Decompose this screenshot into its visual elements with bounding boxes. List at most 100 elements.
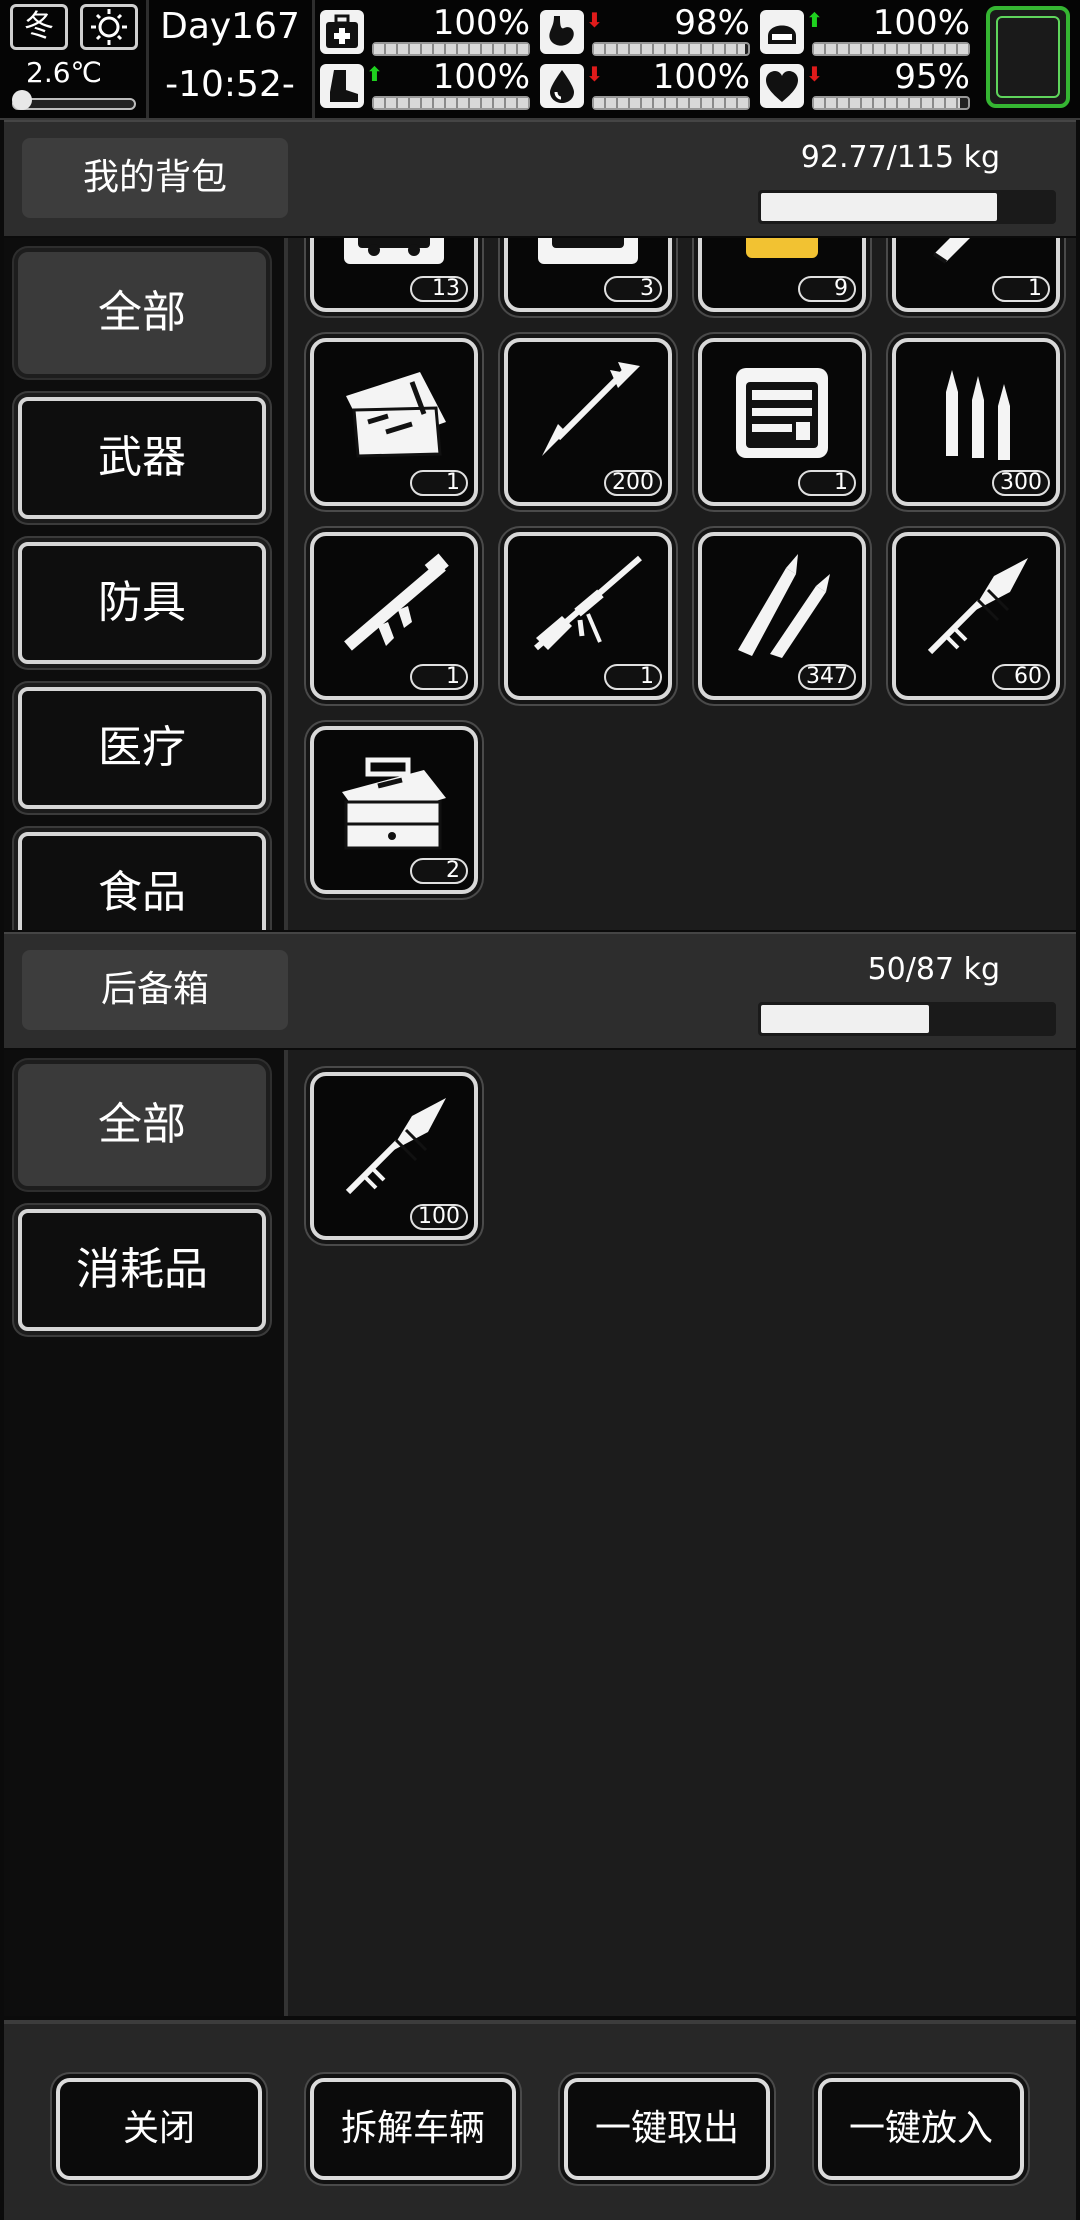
stat-percent: 100% xyxy=(432,57,530,97)
rocket-launcher-icon xyxy=(344,553,449,651)
backpack-item-slot[interactable]: 300 xyxy=(892,338,1060,506)
stat-trend-down-icon: ⬇ xyxy=(806,62,823,86)
stat-percent: 100% xyxy=(432,3,530,43)
backpack-category-tab[interactable]: 防具 xyxy=(18,542,266,664)
stat-bar xyxy=(372,96,530,110)
stat-bar xyxy=(372,42,530,56)
backpack-item-slot[interactable]: 60 xyxy=(892,532,1060,700)
backpack-item-slot[interactable]: 347 xyxy=(698,532,866,700)
sniper-rifle-icon xyxy=(534,555,642,651)
backpack-category-list[interactable]: 全部武器防具医疗食品 xyxy=(4,238,288,930)
character-portrait[interactable] xyxy=(986,6,1070,108)
backpack-item-slot[interactable]: 3 xyxy=(504,238,672,312)
divider xyxy=(146,0,149,118)
rocket-warhead-icon xyxy=(345,1098,446,1195)
arrow-icon xyxy=(542,362,640,456)
backpack-item-slot[interactable]: 1 xyxy=(504,532,672,700)
item-count: 300 xyxy=(992,470,1050,496)
stat-mood: ⬇ 95% xyxy=(760,58,970,114)
backpack-title[interactable]: 我的背包 xyxy=(22,138,288,218)
backpack-body: 全部武器防具医疗食品 13 3 9 1 1 200 1 300 1 1 347 60 2 xyxy=(4,238,1076,930)
trunk-category-list[interactable]: 全部 消耗品 xyxy=(4,1050,288,2016)
backpack-category-tab[interactable]: 医疗 xyxy=(18,687,266,809)
trunk-item-slot[interactable]: 100 xyxy=(310,1072,478,1240)
trunk-item-grid[interactable]: 100 xyxy=(288,1050,1076,2016)
stat-stamina: ⬆ 100% xyxy=(320,58,530,114)
portrait-frame xyxy=(996,16,1060,98)
stat-trend-up-icon: ⬆ xyxy=(806,8,823,32)
backpack-category-tab[interactable]: 武器 xyxy=(18,397,266,519)
stat-percent: 98% xyxy=(674,3,750,43)
backpack-item-slot[interactable]: 1 xyxy=(310,338,478,506)
action-bar: 关闭 拆解车辆 一键取出 一键放入 xyxy=(4,2020,1076,2220)
backpack-item-slot[interactable]: 2 xyxy=(310,726,478,894)
backpack-item-slot[interactable]: 1 xyxy=(310,532,478,700)
shell-icon xyxy=(932,238,970,264)
stat-bar-fill xyxy=(374,98,528,108)
temperature-label: 2.6℃ xyxy=(26,56,102,89)
stat-bar-fill xyxy=(374,44,528,54)
backpack-weight: 92.77/115 kg xyxy=(800,140,1000,175)
backpack-item-slot[interactable]: 13 xyxy=(310,238,478,312)
backpack-weight-fill xyxy=(761,193,997,221)
rocket-warhead-icon xyxy=(927,558,1028,655)
jar-icon xyxy=(746,238,818,258)
item-count: 1 xyxy=(410,470,468,496)
trunk-category-tab[interactable]: 全部 xyxy=(18,1064,266,1186)
stat-hunger: ⬇ 98% xyxy=(540,4,750,60)
divider xyxy=(312,0,315,118)
rifle-ammo-icon xyxy=(946,370,1010,460)
car-toolbox-icon xyxy=(344,238,444,264)
stat-bar xyxy=(592,42,750,56)
stat-bar-fill xyxy=(594,98,748,108)
water-drop-icon xyxy=(540,64,584,108)
status-bar: 冬 2.6℃ Day167 -10:52- 100% ⬇ 98% ⬆ 100% ⬆ 100%… xyxy=(0,0,1080,120)
backpack-category-tab[interactable]: 食品 xyxy=(18,832,266,930)
item-count: 1 xyxy=(992,276,1050,302)
item-count: 347 xyxy=(798,664,856,690)
stat-armor: ⬆ 100% xyxy=(760,4,970,60)
backpack-item-slot[interactable]: 200 xyxy=(504,338,672,506)
item-count: 60 xyxy=(992,664,1050,690)
car-repair-kit-icon xyxy=(538,238,638,264)
stat-bar-fill xyxy=(814,44,968,54)
backpack-item-slot[interactable]: 1 xyxy=(892,238,1060,312)
tool-case-icon xyxy=(346,372,446,458)
stat-bar xyxy=(592,96,750,110)
item-count: 1 xyxy=(798,470,856,496)
item-count: 1 xyxy=(604,664,662,690)
backpack-item-slot[interactable]: 9 xyxy=(698,238,866,312)
toolbox-icon xyxy=(342,757,446,850)
item-count: 9 xyxy=(798,276,856,302)
item-count: 2 xyxy=(410,858,468,884)
backpack-item-slot[interactable]: 1 xyxy=(698,338,866,506)
stat-bar-fill xyxy=(814,98,961,108)
item-count: 100 xyxy=(410,1204,468,1230)
stomach-icon xyxy=(540,10,584,54)
dismantle-vehicle-button[interactable]: 拆解车辆 xyxy=(310,2078,516,2180)
sun-icon xyxy=(80,4,138,50)
trunk-category-tab[interactable]: 消耗品 xyxy=(18,1209,266,1331)
put-all-button[interactable]: 一键放入 xyxy=(818,2078,1024,2180)
boot-icon xyxy=(320,64,364,108)
close-button[interactable]: 关闭 xyxy=(56,2078,262,2180)
day-counter: Day167 xyxy=(160,6,300,47)
trunk-weight-bar xyxy=(758,1002,1056,1036)
stat-trend-down-icon: ⬇ xyxy=(586,62,603,86)
item-count: 3 xyxy=(604,276,662,302)
clock: -10:52- xyxy=(165,64,295,105)
stat-health: 100% xyxy=(320,4,530,60)
backpack-category-tab[interactable]: 全部 xyxy=(18,252,266,374)
season-label: 冬 xyxy=(24,9,54,44)
backpack-item-grid[interactable]: 13 3 9 1 1 200 1 300 1 1 347 60 2 xyxy=(288,238,1076,930)
stat-percent: 95% xyxy=(894,57,970,97)
item-count: 200 xyxy=(604,470,662,496)
thermometer-icon xyxy=(12,90,32,110)
heart-icon xyxy=(760,64,804,108)
take-all-button[interactable]: 一键取出 xyxy=(564,2078,770,2180)
season-indicator: 冬 xyxy=(10,4,68,50)
stat-trend-down-icon: ⬇ xyxy=(586,8,603,32)
stat-bar xyxy=(812,42,970,56)
trunk-title[interactable]: 后备箱 xyxy=(22,950,288,1030)
stat-trend-up-icon: ⬆ xyxy=(366,62,383,86)
